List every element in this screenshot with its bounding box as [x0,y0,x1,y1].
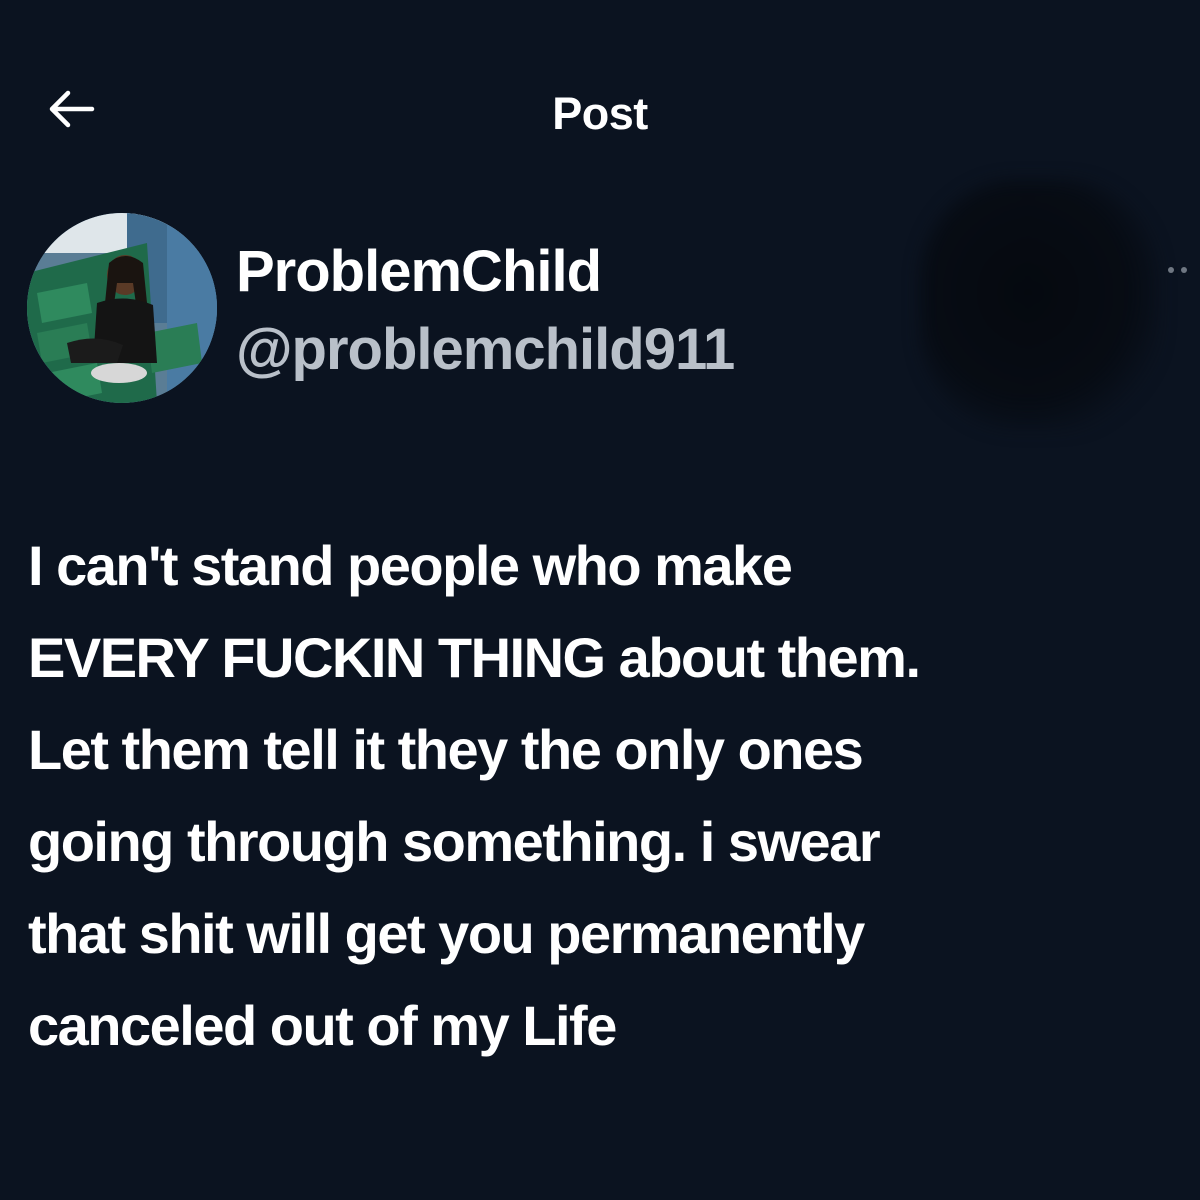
page-title: Post [552,88,648,139]
post-line: that shit will get you permanently [28,902,865,965]
author-handle[interactable]: @problemchild911 [236,318,735,382]
post-line: canceled out of my Life [28,994,617,1057]
avatar-photo [27,213,217,403]
more-options-button[interactable] [1168,262,1200,278]
post-line: EVERY FUCKIN THING about them. [28,626,921,689]
blurred-region [920,180,1160,430]
post-header: Post [0,0,1200,200]
post-text: I can't stand people who make EVERY FUCK… [28,520,1188,1072]
post-line: I can't stand people who make [28,534,793,597]
more-dot [1181,267,1187,273]
post-line: Let them tell it they the only ones [28,718,864,781]
author-name[interactable]: ProblemChild [236,240,602,304]
avatar[interactable] [27,213,217,403]
post-line: going through something. i swear [28,810,881,873]
more-dots-icon [1168,267,1174,273]
